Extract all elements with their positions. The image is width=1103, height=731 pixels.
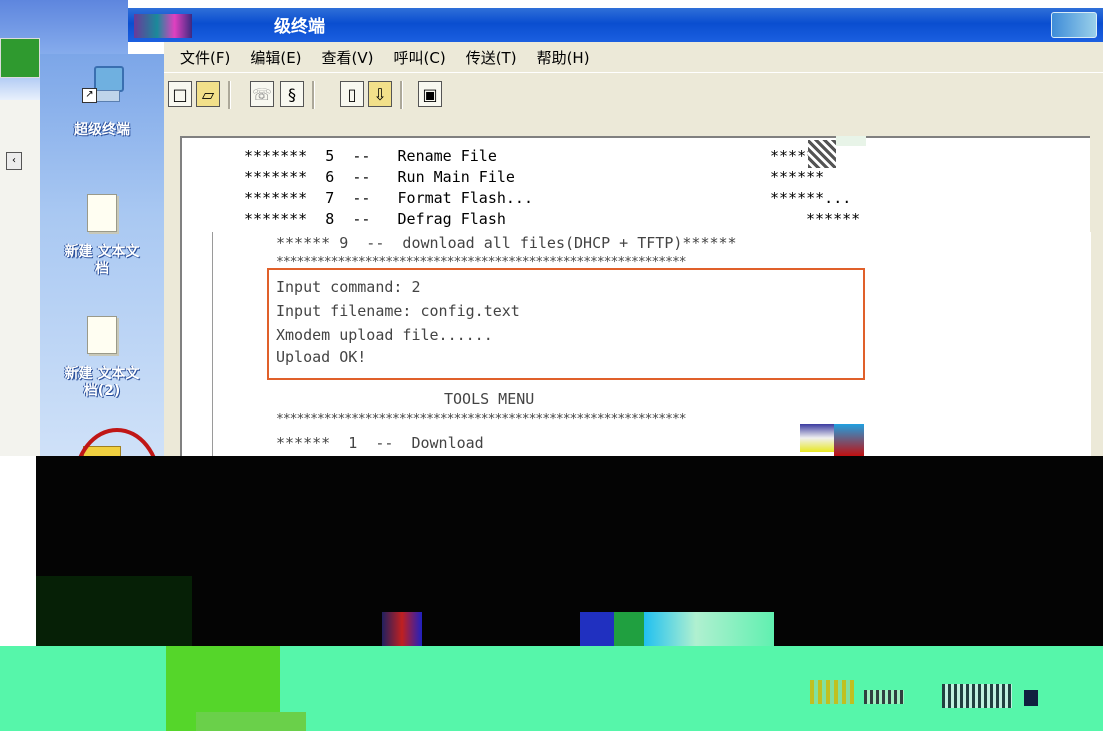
window-controls[interactable] bbox=[1051, 12, 1097, 38]
menu-file[interactable]: 文件(F) bbox=[176, 47, 234, 68]
app-icon bbox=[134, 14, 192, 38]
terminal-line: ******* 5 -- Rename File bbox=[244, 147, 497, 165]
desktop-icon-new-text-doc[interactable]: 新建 文本文档 bbox=[40, 194, 164, 278]
desktop-icon-label: 超级终端 bbox=[74, 122, 130, 138]
computer-shortcut-icon: ↗ bbox=[80, 64, 124, 104]
tray-artifact bbox=[1024, 690, 1038, 706]
image-artifact bbox=[382, 612, 422, 646]
properties-icon[interactable]: ▣ bbox=[418, 81, 442, 107]
desktop-icon-new-text-doc-2[interactable]: 新建 文本文档(2) bbox=[40, 316, 164, 400]
upload-status: Upload OK! bbox=[276, 348, 367, 366]
desktop-icon-column: ↗ 超级终端 新建 文本文档 新建 文本文档(2) bbox=[40, 54, 164, 472]
image-artifact bbox=[614, 612, 644, 646]
toolbar: □ ▱ ☏ § ▯ ⇩ ▣ bbox=[164, 72, 1103, 118]
menu-call[interactable]: 呼叫(C) bbox=[390, 47, 450, 68]
quick-launch-icon[interactable] bbox=[0, 38, 40, 78]
text-document-icon bbox=[40, 194, 164, 232]
corrupted-region bbox=[196, 712, 306, 731]
terminal-stars-row: ****************************************… bbox=[276, 412, 687, 427]
text-document-icon bbox=[40, 316, 164, 354]
image-artifact bbox=[808, 140, 836, 168]
scroll-arrow-icon[interactable]: ‹ bbox=[6, 152, 22, 170]
image-artifact bbox=[800, 424, 834, 452]
tray-artifact bbox=[810, 680, 854, 704]
terminal-line: ****** 1 -- Download bbox=[276, 434, 484, 452]
terminal-line-tail: ****** bbox=[770, 168, 825, 186]
menu-view[interactable]: 查看(V) bbox=[318, 47, 378, 68]
menu-edit[interactable]: 编辑(E) bbox=[246, 47, 305, 68]
menu-help[interactable]: 帮助(H) bbox=[533, 47, 594, 68]
terminal-line-tail: ******... bbox=[770, 189, 852, 207]
call-icon[interactable]: ☏ bbox=[250, 81, 274, 107]
corrupted-region bbox=[36, 576, 192, 646]
desktop-icon-label: 新建 文本文档(2) bbox=[64, 366, 140, 399]
upload-line: Xmodem upload file...... bbox=[276, 326, 493, 344]
terminal-line: ****** 9 -- download all files(DHCP + TF… bbox=[276, 234, 737, 252]
desktop-icon-label: 新建 文本文档 bbox=[64, 244, 140, 277]
image-artifact bbox=[836, 136, 866, 146]
terminal-line: ******* 6 -- Run Main File bbox=[244, 168, 515, 186]
tools-menu-title: TOOLS MENU bbox=[444, 390, 535, 408]
tray-artifact bbox=[864, 690, 904, 704]
image-artifact bbox=[834, 424, 864, 456]
desktop-icon-hyperterminal[interactable]: ↗ 超级终端 bbox=[40, 64, 164, 139]
explorer-window-edge: ‹ bbox=[0, 100, 42, 456]
terminal-line: ******* 7 -- Format Flash... bbox=[244, 189, 533, 207]
terminal-line-tail: ****** bbox=[806, 210, 861, 228]
corrupted-region bbox=[36, 456, 1103, 646]
menu-transfer[interactable]: 传送(T) bbox=[462, 47, 521, 68]
window-titlebar[interactable]: 级终端 bbox=[128, 8, 1103, 42]
upload-line: Input command: 2 bbox=[276, 278, 421, 296]
receive-icon[interactable]: ⇩ bbox=[368, 81, 392, 107]
menu-bar: 文件(F) 编辑(E) 查看(V) 呼叫(C) 传送(T) 帮助(H) bbox=[164, 42, 1103, 72]
upload-line: Input filename: config.text bbox=[276, 302, 520, 320]
open-folder-icon[interactable]: ▱ bbox=[196, 81, 220, 107]
terminal-line: ******* 8 -- Defrag Flash bbox=[244, 210, 506, 228]
image-artifact bbox=[580, 612, 614, 646]
new-connection-icon[interactable]: □ bbox=[168, 81, 192, 107]
tray-artifact bbox=[942, 684, 1012, 708]
send-icon[interactable]: ▯ bbox=[340, 81, 364, 107]
image-artifact bbox=[644, 612, 774, 646]
window-title: 级终端 bbox=[274, 17, 325, 37]
disconnect-icon[interactable]: § bbox=[280, 81, 304, 107]
